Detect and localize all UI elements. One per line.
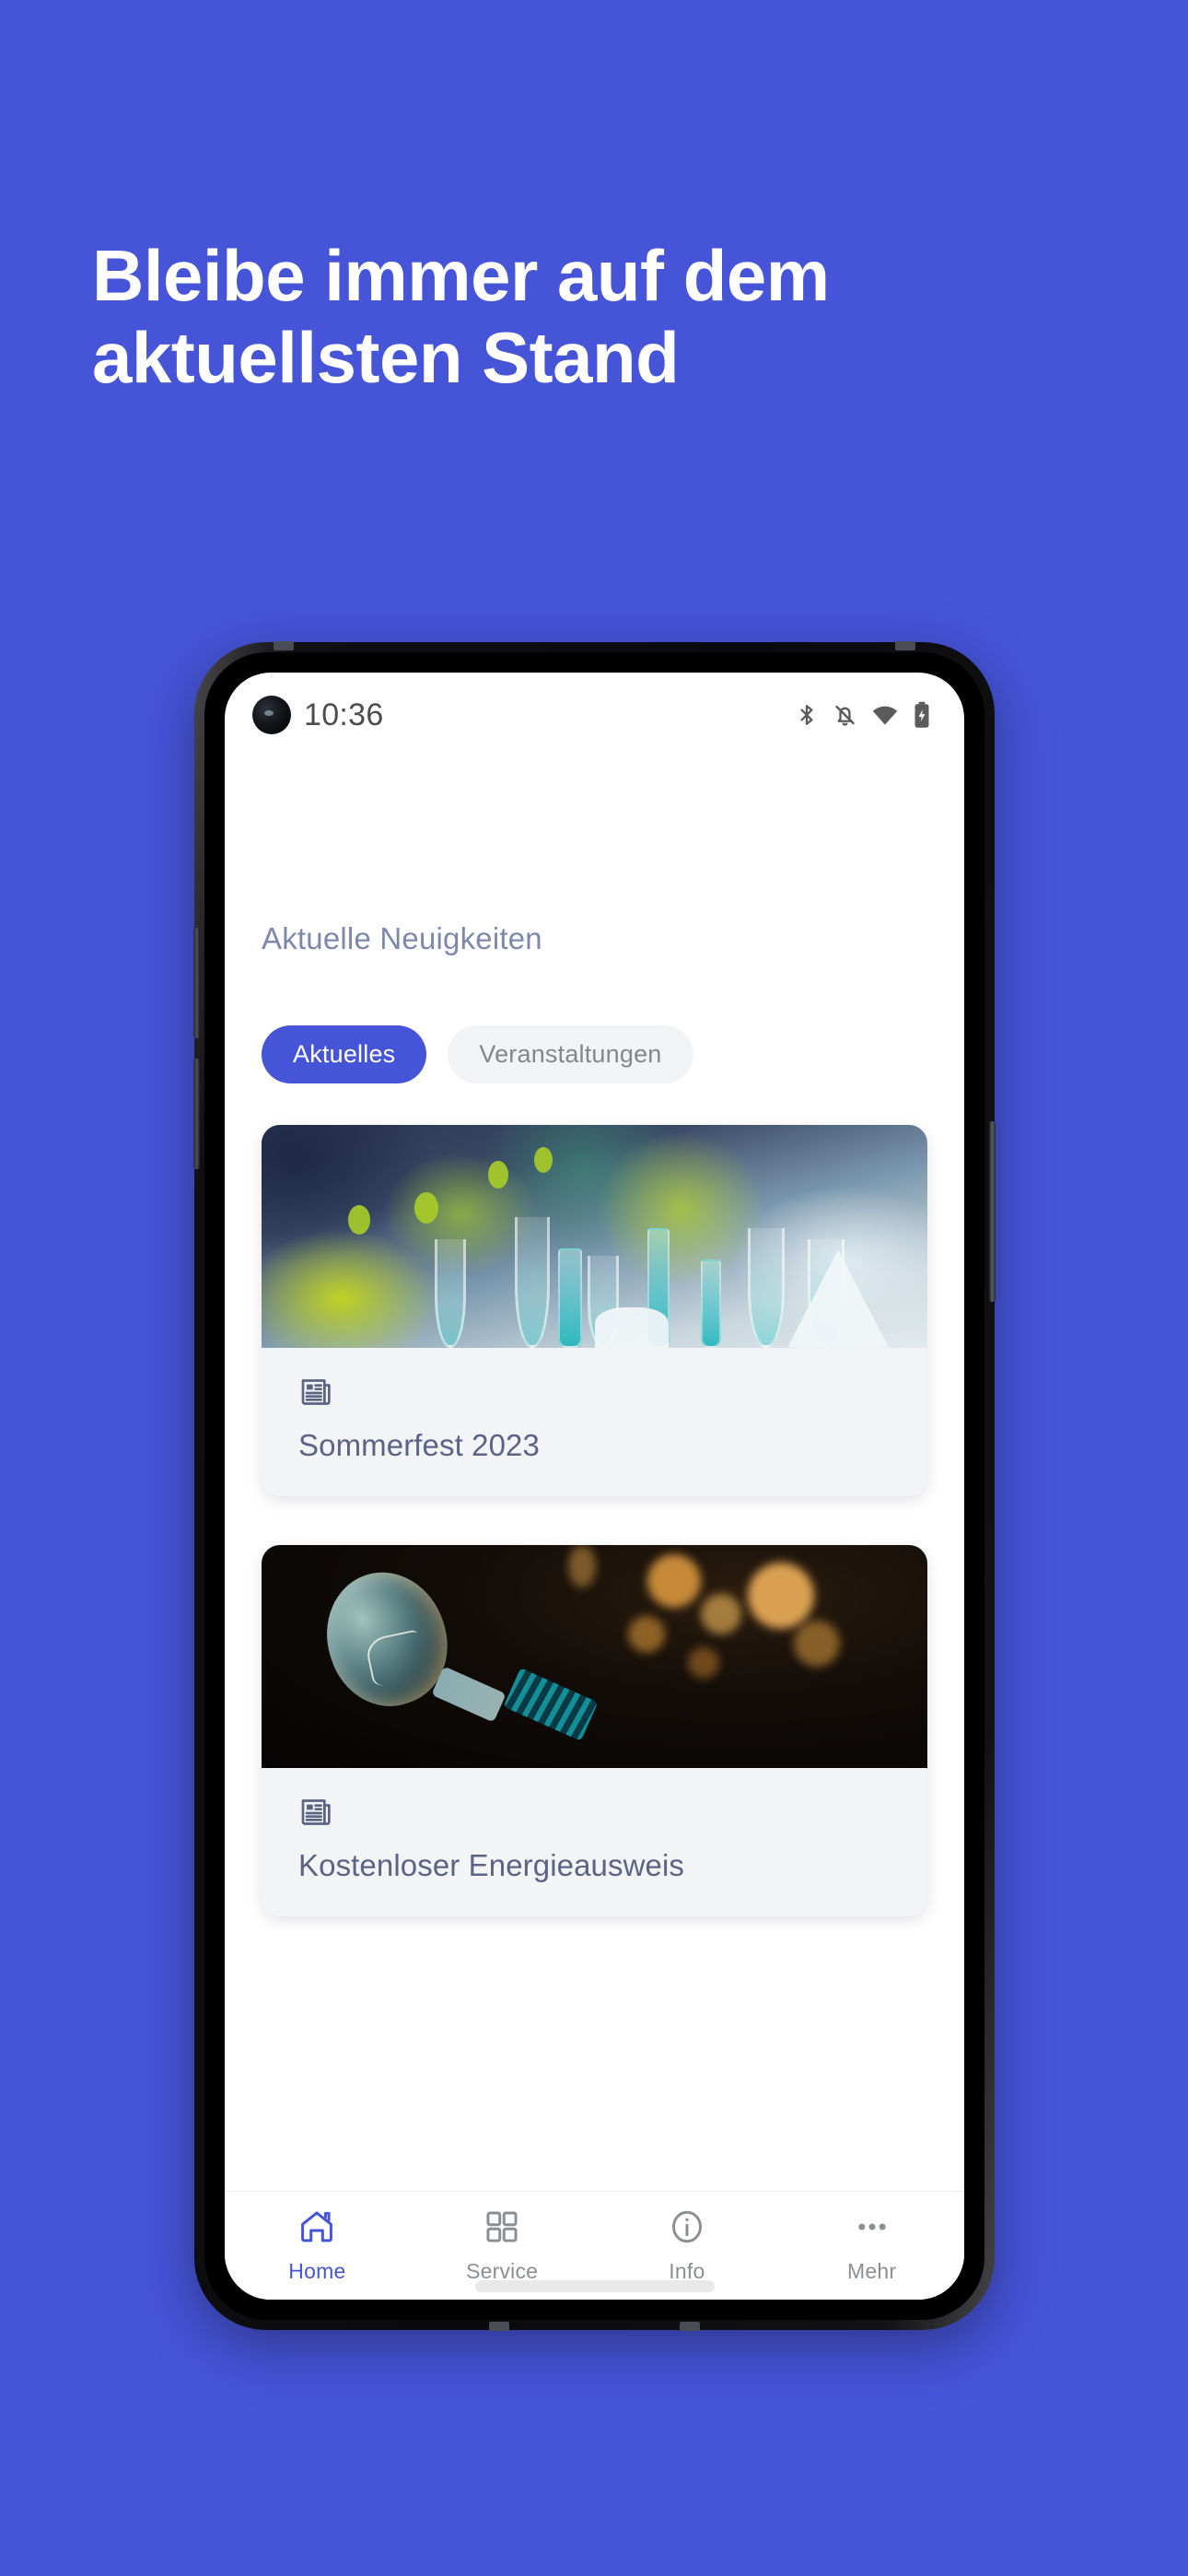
phone-mockup: 10:36 Aktuelle Neuigkeiten Aktuelles Ver… (193, 641, 996, 2331)
nav-label: Home (288, 2259, 346, 2283)
nav-item-service[interactable]: Service (410, 2207, 595, 2284)
bell-muted-icon (833, 701, 857, 729)
front-camera-icon (252, 696, 291, 734)
news-card[interactable]: Sommerfest 2023 (262, 1125, 927, 1496)
tab-filter-group: Aktuelles Veranstaltungen (262, 1025, 693, 1083)
card-image-banquet-table (262, 1125, 927, 1348)
volume-down-button[interactable] (193, 1059, 200, 1169)
phone-screen: 10:36 Aktuelle Neuigkeiten Aktuelles Ver… (225, 673, 964, 2300)
wifi-icon (871, 701, 899, 729)
grid-icon (483, 2207, 521, 2251)
news-card-list: Sommerfest 2023 Kostenloser Energieauswe… (262, 1125, 927, 1965)
page-title: Aktuelle Neuigkeiten (262, 921, 542, 955)
card-title: Kostenloser Energieausweis (298, 1848, 684, 1882)
card-title: Sommerfest 2023 (298, 1428, 540, 1462)
ellipsis-icon (853, 2207, 891, 2251)
house-icon (297, 2207, 336, 2251)
card-image-light-bulb (262, 1545, 927, 1768)
status-bar: 10:36 (225, 673, 964, 757)
status-bar-clock: 10:36 (304, 697, 384, 732)
nav-item-home[interactable]: Home (225, 2207, 410, 2284)
news-card[interactable]: Kostenloser Energieausweis (262, 1545, 927, 1916)
tab-veranstaltungen[interactable]: Veranstaltungen (448, 1025, 693, 1083)
newspaper-icon (298, 1374, 891, 1415)
card-label: Kostenloser Energieausweis (262, 1768, 927, 1916)
home-gesture-indicator[interactable] (474, 2280, 715, 2292)
volume-up-button[interactable] (193, 928, 200, 1038)
antenna-band (274, 641, 294, 650)
nav-item-info[interactable]: Info (595, 2207, 780, 2284)
phone-frame: 10:36 Aktuelle Neuigkeiten Aktuelles Ver… (193, 641, 996, 2331)
power-button[interactable] (989, 1121, 996, 1302)
battery-charging-icon (913, 701, 931, 729)
nav-label: Mehr (847, 2259, 897, 2283)
newspaper-icon (298, 1794, 891, 1835)
phone-bezel: 10:36 Aktuelle Neuigkeiten Aktuelles Ver… (204, 652, 984, 2320)
tab-aktuelles[interactable]: Aktuelles (262, 1025, 427, 1083)
promo-headline: Bleibe immer auf dem aktuellsten Stand (92, 235, 830, 398)
app-content: Aktuelle Neuigkeiten Aktuelles Veranstal… (225, 757, 964, 2300)
antenna-band (680, 2322, 700, 2331)
nav-item-mehr[interactable]: Mehr (779, 2207, 964, 2284)
antenna-band (489, 2322, 509, 2331)
promo-screenshot: Bleibe immer auf dem aktuellsten Stand 1… (0, 0, 1188, 2576)
antenna-band (895, 641, 915, 650)
info-circle-icon (668, 2207, 706, 2251)
bluetooth-icon (795, 701, 819, 729)
card-label: Sommerfest 2023 (262, 1348, 927, 1496)
